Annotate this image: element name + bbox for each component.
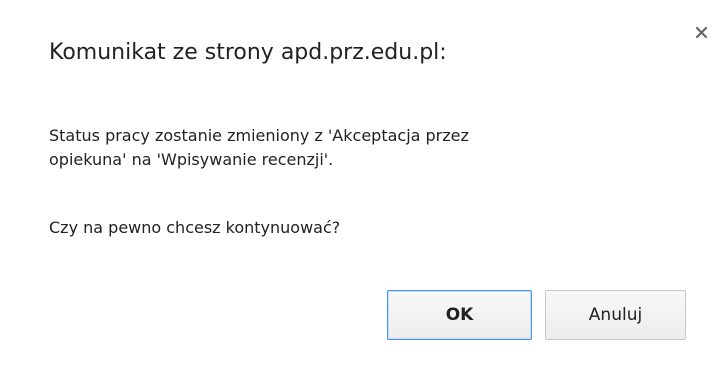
dialog-title: Komunikat ze strony apd.prz.edu.pl: [49, 40, 447, 65]
cancel-button[interactable]: Anuluj [545, 290, 686, 340]
close-icon[interactable] [693, 24, 711, 42]
dialog-question: Czy na pewno chcesz kontynuować? [49, 218, 341, 237]
ok-button[interactable]: OK [387, 290, 532, 340]
dialog-message: Status pracy zostanie zmieniony z 'Akcep… [49, 124, 649, 172]
message-line-2: opiekuna' na 'Wpisywanie recenzji'. [49, 150, 334, 169]
confirm-dialog: Komunikat ze strony apd.prz.edu.pl: Stat… [0, 0, 715, 376]
message-line-1: Status pracy zostanie zmieniony z 'Akcep… [49, 126, 469, 145]
